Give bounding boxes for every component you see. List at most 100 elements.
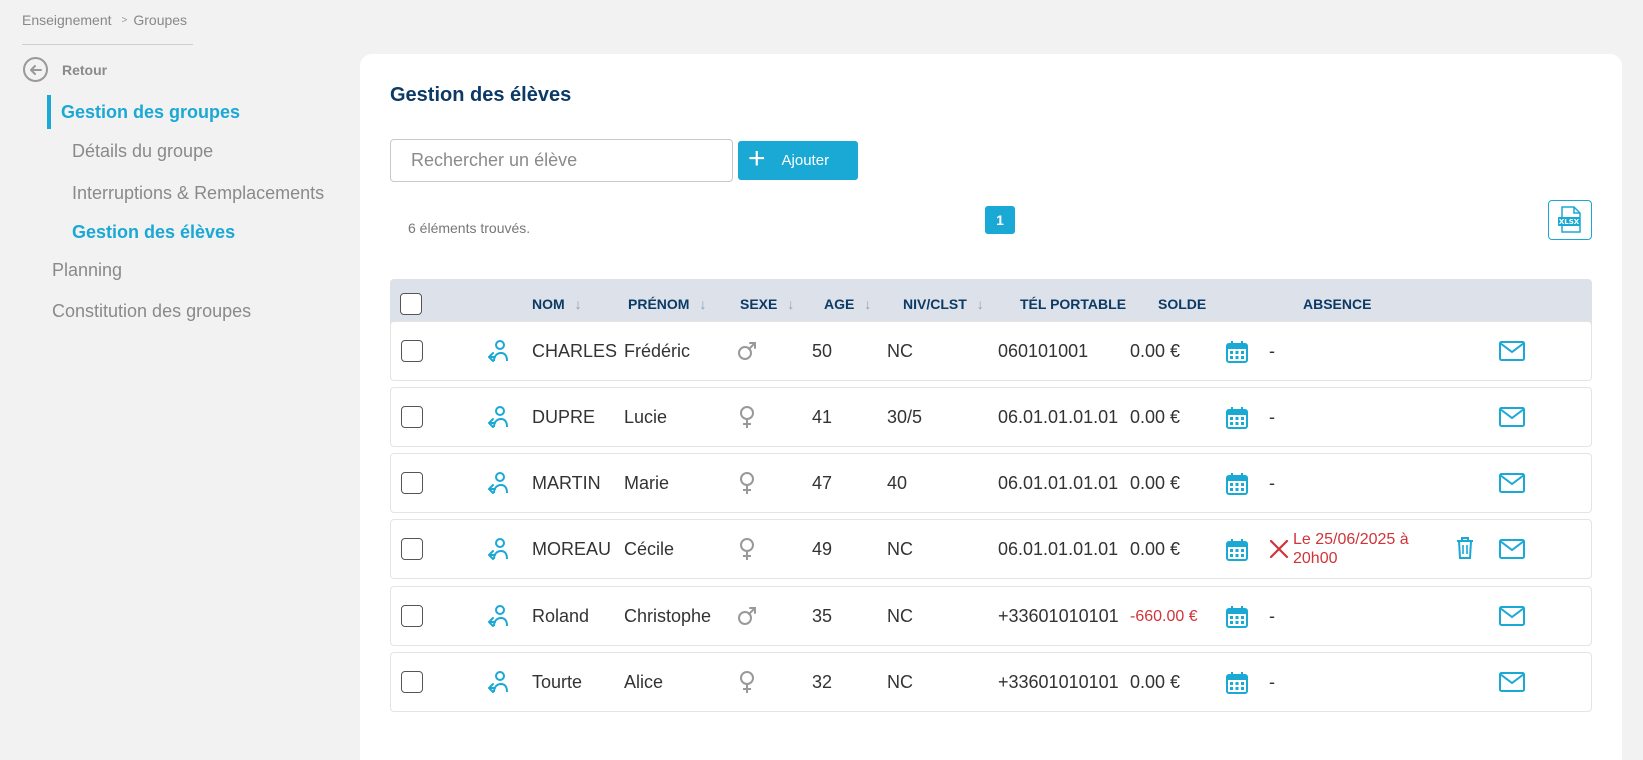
row-checkbox[interactable] [401,671,423,693]
user-replace-icon[interactable] [483,535,513,565]
cell-solde: -660.00 € [1130,607,1198,625]
row-checkbox[interactable] [401,605,423,627]
user-replace-icon[interactable] [483,602,513,632]
cell-niv: NC [887,671,913,692]
cell-prenom: Cécile [624,538,675,559]
search-input[interactable] [390,139,733,182]
cell-absence: - [1269,605,1275,626]
xlsx-file-icon: XLSX [1558,206,1581,233]
mail-icon[interactable] [1499,603,1525,629]
cell-age: 32 [812,671,833,692]
table-row: MARTIN Marie 47 40 06.01.01.01.01 0.00 €… [390,453,1592,513]
select-all-checkbox[interactable] [400,293,422,315]
breadcrumb-root[interactable]: Enseignement [22,12,112,28]
cell-absence: Le 25/06/2025 à 20h00 [1269,520,1443,578]
back-label: Retour [62,61,108,78]
cell-prenom: Alice [624,671,664,692]
cell-tel: 060101001 [998,340,1089,361]
cell-solde: 0.00 € [1130,340,1181,361]
calendar-icon[interactable] [1224,405,1250,431]
sort-arrow-icon: ↓ [976,296,984,312]
mail-icon[interactable] [1499,338,1525,364]
sort-arrow-icon: ↓ [699,296,707,312]
cell-solde: 0.00 € [1130,406,1181,427]
cell-absence: - [1269,406,1275,427]
cell-tel: 06.01.01.01.01 [998,406,1119,427]
cell-age: 41 [812,406,833,427]
cell-tel: 06.01.01.01.01 [998,538,1119,559]
sidebar-item-gestion-eleves[interactable]: Gestion des élèves [72,222,235,243]
cell-tel: 06.01.01.01.01 [998,472,1119,493]
cell-age: 49 [812,538,833,559]
row-checkbox[interactable] [401,538,423,560]
main-panel: Gestion des élèves + Ajouter 6 éléments … [360,54,1622,760]
cell-age: 50 [812,340,833,361]
mail-icon[interactable] [1499,470,1525,496]
female-icon [734,536,760,562]
back-button[interactable]: Retour [23,57,107,82]
cell-nom: CHARLES [532,340,618,361]
svg-text:XLSX: XLSX [1559,218,1580,226]
calendar-icon[interactable] [1224,670,1250,696]
sort-arrow-icon: ↓ [787,296,795,312]
cell-age: 35 [812,605,833,626]
mail-icon[interactable] [1499,404,1525,430]
pagination-page-1[interactable]: 1 [985,206,1015,234]
row-checkbox[interactable] [401,340,423,362]
breadcrumb: Enseignement > Groupes [22,12,187,28]
table-row: Roland Christophe 35 NC +33601010101 -66… [390,586,1592,646]
cell-niv: 40 [887,472,908,493]
table-row: MOREAU Cécile 49 NC 06.01.01.01.01 0.00 … [390,519,1592,579]
cell-solde: 0.00 € [1130,472,1181,493]
results-count: 6 éléments trouvés. [408,220,531,236]
breadcrumb-separator: > [121,14,128,26]
cell-nom: Tourte [532,671,583,692]
cell-age: 47 [812,472,833,493]
calendar-icon[interactable] [1224,537,1250,563]
table-row: DUPRE Lucie 41 30/5 06.01.01.01.01 0.00 … [390,387,1592,447]
sidebar-item-constitution-groupes[interactable]: Constitution des groupes [52,301,251,322]
row-checkbox[interactable] [401,472,423,494]
cell-prenom: Marie [624,472,670,493]
female-icon [734,669,760,695]
sidebar-item-details-groupe[interactable]: Détails du groupe [72,141,213,162]
breadcrumb-divider [22,44,193,45]
sort-arrow-icon: ↓ [864,296,872,312]
cell-niv: NC [887,605,913,626]
table-row: Tourte Alice 32 NC +33601010101 0.00 € - [390,652,1592,712]
mail-icon[interactable] [1499,669,1525,695]
cell-solde: 0.00 € [1130,671,1181,692]
calendar-icon[interactable] [1224,471,1250,497]
sidebar-item-planning[interactable]: Planning [52,260,122,281]
trash-icon[interactable] [1453,536,1477,560]
page-title: Gestion des élèves [390,84,572,106]
cell-solde: 0.00 € [1130,538,1181,559]
user-replace-icon[interactable] [483,403,513,433]
calendar-icon[interactable] [1224,604,1250,630]
export-xlsx-button[interactable]: XLSX [1548,200,1592,240]
sidebar-item-interruptions[interactable]: Interruptions & Remplacements [72,183,324,204]
row-checkbox[interactable] [401,406,423,428]
cell-absence: - [1269,472,1275,493]
user-replace-icon[interactable] [483,469,513,499]
sidebar-item-gestion-groupes[interactable]: Gestion des groupes [47,95,240,129]
breadcrumb-current[interactable]: Groupes [133,12,187,28]
cell-nom: DUPRE [532,406,596,427]
cancel-absence-icon[interactable] [1269,539,1289,559]
sort-arrow-icon: ↓ [574,296,582,312]
add-student-button[interactable]: + Ajouter [738,141,858,180]
arrow-left-circle-icon [23,57,48,82]
user-replace-icon[interactable] [483,668,513,698]
cell-prenom: Christophe [624,605,712,626]
plus-icon: + [748,142,766,175]
cell-nom: MOREAU [532,538,612,559]
cell-absence: - [1269,340,1275,361]
cell-niv: NC [887,340,913,361]
mail-icon[interactable] [1499,536,1525,562]
cell-prenom: Frédéric [624,340,691,361]
user-replace-icon[interactable] [483,337,513,367]
female-icon [734,404,760,430]
cell-tel: +33601010101 [998,605,1119,626]
calendar-icon[interactable] [1224,339,1250,365]
male-icon [734,603,760,629]
